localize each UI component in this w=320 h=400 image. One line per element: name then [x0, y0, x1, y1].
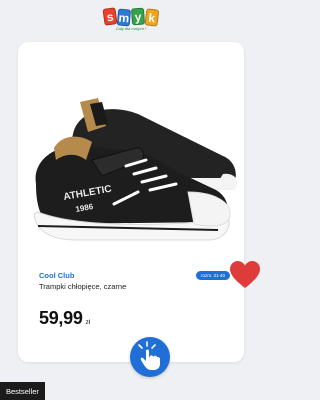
sneaker-image[interactable]: ATHLETIC 1986	[18, 64, 244, 264]
logo-tagline: Cały dla malych !	[115, 26, 147, 31]
bestseller-badge: Bestseller	[0, 382, 45, 400]
heart-icon[interactable]	[228, 260, 262, 290]
tap-button[interactable]	[130, 337, 170, 377]
logo-letter: y	[130, 7, 146, 26]
product-price: 59,99 zł	[39, 308, 90, 329]
product-brand[interactable]: Cool Club	[39, 271, 74, 280]
logo-tiles: s m y k	[102, 7, 160, 27]
logo-letter: m	[116, 8, 132, 27]
price-currency: zł	[85, 319, 91, 326]
product-card[interactable]: ATHLETIC 1986 Cool Club rozm. 31-40 Tram…	[18, 42, 244, 362]
logo-letter: k	[144, 8, 160, 27]
hand-tap-icon	[138, 341, 160, 370]
brand-logo[interactable]: s m y k Cały dla malych !	[102, 7, 160, 31]
logo-letter: s	[102, 7, 118, 26]
size-badge: rozm. 31-40	[195, 271, 230, 280]
product-name[interactable]: Trampki chłopięce, czarne	[39, 282, 159, 291]
price-value: 59,99	[39, 308, 83, 328]
